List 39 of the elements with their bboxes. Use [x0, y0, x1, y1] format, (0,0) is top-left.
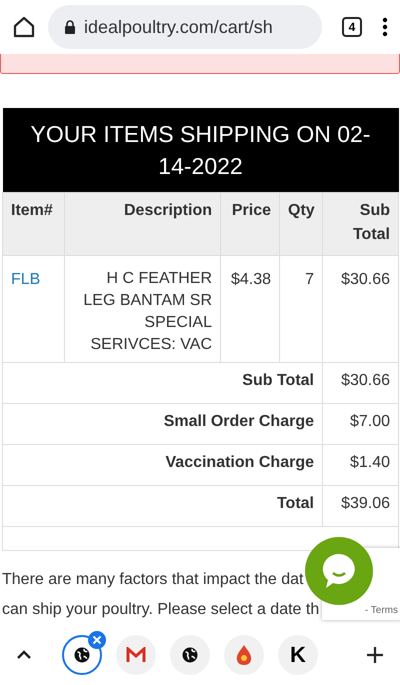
plus-icon[interactable] [366, 646, 384, 664]
chevron-up-icon[interactable] [16, 649, 32, 661]
globe-icon [181, 646, 199, 664]
paragraph-line: can ship your poultry. Please select a date th [2, 601, 320, 618]
recaptcha-text[interactable]: - Terms [364, 603, 398, 618]
summary-value: $39.06 [322, 486, 398, 526]
table-cell: $4.38 [220, 256, 280, 362]
menu-icon[interactable] [382, 17, 388, 37]
summary-value: $30.66 [322, 362, 398, 404]
lock-icon [64, 20, 76, 34]
paragraph-line: There are many factors that impact the dat [2, 571, 304, 588]
url-text: idealpoultry.com/cart/sh [84, 16, 273, 39]
table-cell: $30.66 [322, 256, 398, 362]
address-bar[interactable]: idealpoultry.com/cart/sh [48, 5, 322, 49]
table-cell: 7 [280, 256, 322, 362]
close-icon[interactable] [88, 631, 106, 649]
table-title: YOUR ITEMS SHIPPING ON 02-14-2022 [2, 108, 398, 192]
summary-label: Total [2, 486, 322, 526]
k-logo: K [290, 644, 306, 666]
summary-value: $1.40 [322, 444, 398, 486]
globe-icon [73, 646, 91, 664]
tab-bubble[interactable]: K [278, 635, 318, 675]
tab-count[interactable]: 4 [342, 17, 362, 37]
column-header: Price [220, 192, 280, 256]
column-header: Item# [2, 192, 64, 256]
summary-label: Small Order Charge [2, 404, 322, 444]
mail-icon [126, 647, 146, 663]
table-cell: H C FEATHER LEG BANTAM SR SPECIAL SERIVCES: VAC [64, 256, 220, 362]
flame-icon [235, 644, 253, 666]
column-header: Description [64, 192, 220, 256]
column-header: Qty [280, 192, 322, 256]
chat-bubble-icon [321, 552, 357, 590]
column-header: Sub Total [322, 192, 398, 256]
home-icon[interactable] [12, 15, 36, 39]
summary-label: Sub Total [2, 362, 322, 404]
tab-bubble[interactable] [170, 635, 210, 675]
summary-label: Vaccination Charge [2, 444, 322, 486]
item-link[interactable]: FLB [11, 271, 40, 288]
summary-value: $7.00 [322, 404, 398, 444]
